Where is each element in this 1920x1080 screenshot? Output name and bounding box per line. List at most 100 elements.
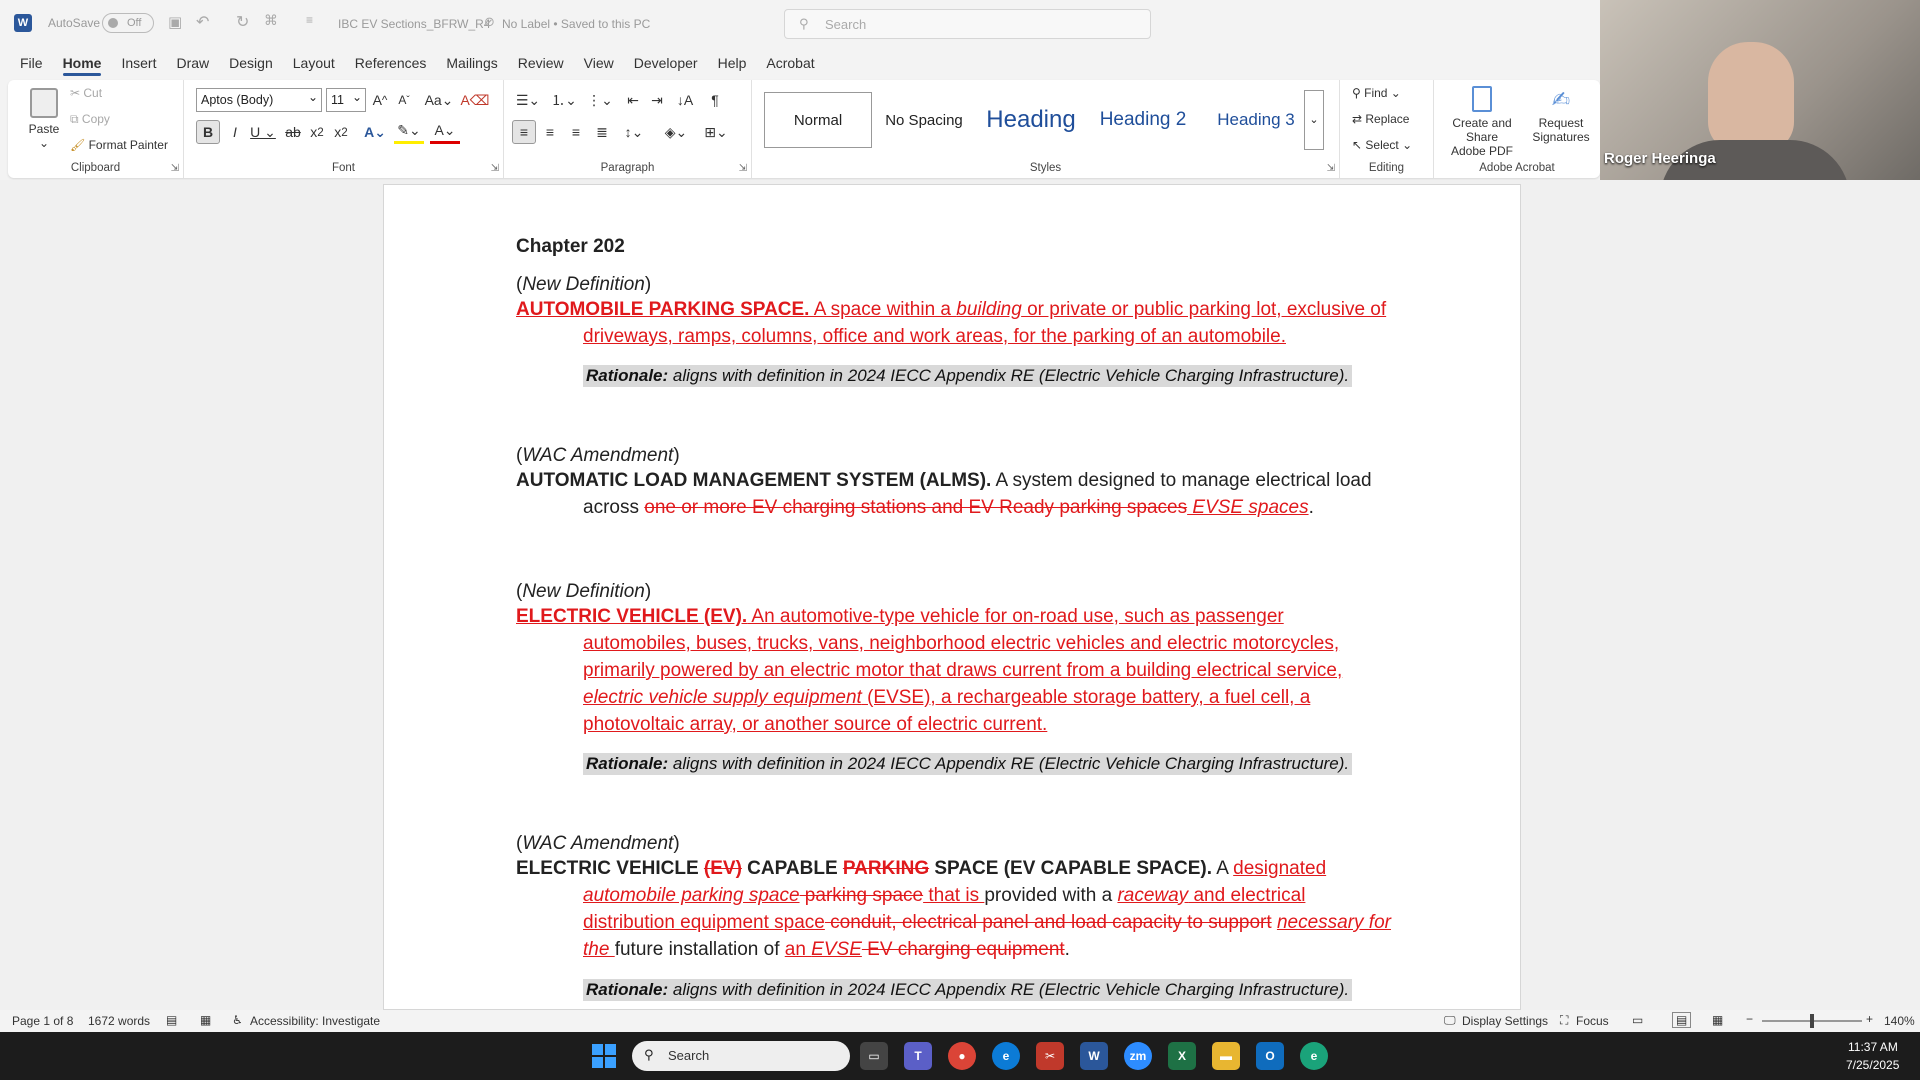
excel-icon[interactable]: X	[1168, 1042, 1196, 1070]
grow-font-icon[interactable]: A ^	[370, 88, 390, 112]
superscript-icon[interactable]: x2	[330, 120, 352, 144]
edge-icon[interactable]: e	[992, 1042, 1020, 1070]
definition-tag-1[interactable]: (New Definition)	[516, 271, 1396, 298]
search-box[interactable]: ⚲ Search	[784, 9, 1151, 39]
undo-icon[interactable]: ↶	[196, 12, 209, 32]
clock-date[interactable]: 7/25/2025	[1846, 1058, 1899, 1072]
zoom-out-icon[interactable]: −	[1746, 1012, 1753, 1026]
font-size-dropdown[interactable]: 11	[326, 86, 366, 112]
numbering-icon[interactable]: ⒈⌄	[548, 88, 580, 112]
definition-alms[interactable]: AUTOMATIC LOAD MANAGEMENT SYSTEM (ALMS).…	[516, 467, 1396, 521]
shrink-font-icon[interactable]: Aˇ	[394, 88, 414, 112]
tab-review[interactable]: Review	[508, 48, 574, 78]
align-left-icon[interactable]: ≡	[512, 120, 536, 144]
multilevel-list-icon[interactable]: ⋮⌄	[584, 88, 616, 112]
bold-icon[interactable]: B	[196, 120, 220, 144]
read-mode-icon[interactable]: ▭	[1632, 1013, 1643, 1027]
zoom-in-icon[interactable]: +	[1866, 1012, 1873, 1026]
strikethrough-icon[interactable]: ab	[282, 120, 304, 144]
chrome-icon[interactable]: ●	[948, 1042, 976, 1070]
snipping-tool-icon[interactable]: ✂	[1036, 1042, 1064, 1070]
subscript-icon[interactable]: x2	[306, 120, 328, 144]
rationale-3[interactable]: Rationale: aligns with definition in 202…	[583, 979, 1353, 1001]
font-launcher-icon[interactable]: ⇲	[491, 163, 499, 174]
accessibility-icon[interactable]: ♿	[232, 1013, 243, 1027]
document-canvas[interactable]: Chapter 202 (New Definition) AUTOMOBILE …	[0, 180, 1920, 1010]
rationale-2[interactable]: Rationale: aligns with definition in 202…	[583, 753, 1353, 775]
format-painter-button[interactable]: 🖌 Format Painter	[70, 138, 168, 152]
styles-launcher-icon[interactable]: ⇲	[1327, 163, 1335, 174]
word-count[interactable]: 1672 words	[88, 1014, 150, 1028]
word-taskbar-icon[interactable]: W	[1080, 1042, 1108, 1070]
chapter-heading[interactable]: Chapter 202	[516, 233, 1396, 260]
replace-button[interactable]: ⇄ Replace	[1352, 112, 1409, 126]
macro-icon[interactable]: ▦	[200, 1013, 211, 1027]
zoom-app-icon[interactable]: zm	[1124, 1042, 1152, 1070]
file-explorer-icon[interactable]: ▬	[1212, 1042, 1240, 1070]
borders-icon[interactable]: ⊞⌄	[700, 120, 732, 144]
outlook-icon[interactable]: O	[1256, 1042, 1284, 1070]
doc-title[interactable]: IBC EV Sections_BFRW_R4	[338, 17, 491, 31]
shading-icon[interactable]: ◈⌄	[660, 120, 692, 144]
taskbar-search[interactable]: ⚲ Search	[632, 1041, 850, 1071]
edge-dev-icon[interactable]: e	[1300, 1042, 1328, 1070]
style-heading[interactable]: Heading	[976, 92, 1086, 148]
document-page[interactable]: Chapter 202 (New Definition) AUTOMOBILE …	[383, 184, 1521, 1010]
tab-insert[interactable]: Insert	[111, 48, 166, 78]
sort-icon[interactable]: ↓A	[674, 88, 696, 112]
tab-layout[interactable]: Layout	[283, 48, 345, 78]
style-no-spacing[interactable]: No Spacing	[876, 92, 972, 148]
tab-design[interactable]: Design	[219, 48, 283, 78]
autosave-toggle[interactable]: Off	[102, 13, 154, 33]
definition-tag-3[interactable]: (New Definition)	[516, 578, 1396, 605]
tab-developer[interactable]: Developer	[624, 48, 708, 78]
style-normal[interactable]: Normal	[764, 92, 872, 148]
focus-mode[interactable]: Focus	[1576, 1014, 1609, 1028]
definition-tag-4[interactable]: (WAC Amendment)	[516, 830, 1396, 857]
display-settings[interactable]: Display Settings	[1462, 1014, 1548, 1028]
tab-home[interactable]: Home	[53, 48, 112, 78]
line-spacing-icon[interactable]: ↕⌄	[618, 120, 650, 144]
font-name-dropdown[interactable]: Aptos (Body)	[196, 86, 322, 112]
request-signatures-button[interactable]: ✍ Request Signatures	[1526, 86, 1596, 144]
font-color-icon[interactable]: A⌄	[430, 120, 460, 144]
create-share-pdf-button[interactable]: Create and Share Adobe PDF	[1440, 86, 1524, 158]
web-layout-icon[interactable]: ▦	[1712, 1013, 1723, 1027]
cut-button[interactable]: ✂ Cut	[70, 86, 102, 100]
highlight-color-icon[interactable]: ✎⌄	[394, 120, 424, 144]
justify-icon[interactable]: ≣	[590, 120, 614, 144]
align-center-icon[interactable]: ≡	[538, 120, 562, 144]
tab-view[interactable]: View	[574, 48, 624, 78]
redo-icon[interactable]: ↻	[236, 12, 249, 32]
clipboard-launcher-icon[interactable]: ⇲	[171, 163, 179, 174]
style-heading-3[interactable]: Heading 3	[1200, 92, 1312, 148]
definition-electric-vehicle[interactable]: ELECTRIC VEHICLE (EV). An automotive-typ…	[516, 603, 1396, 738]
copy-button[interactable]: ⧉ Copy	[70, 112, 110, 127]
tab-file[interactable]: File	[10, 48, 53, 78]
qat-more-icon[interactable]: ≡	[306, 13, 313, 27]
tab-references[interactable]: References	[345, 48, 437, 78]
styles-more-button[interactable]: ⌄	[1304, 90, 1324, 150]
proofing-icon[interactable]: ▤	[166, 1013, 177, 1027]
zoom-slider[interactable]	[1762, 1014, 1862, 1028]
decrease-indent-icon[interactable]: ⇤	[622, 88, 644, 112]
save-icon[interactable]: ▣	[168, 13, 182, 31]
accessibility-status[interactable]: Accessibility: Investigate	[250, 1014, 380, 1028]
print-layout-icon[interactable]: ▤	[1672, 1012, 1692, 1028]
zoom-level[interactable]: 140%	[1884, 1014, 1915, 1028]
clock-time[interactable]: 11:37 AM	[1848, 1040, 1898, 1054]
teams-icon[interactable]: T	[904, 1042, 932, 1070]
task-view-icon[interactable]: ▭	[860, 1042, 888, 1070]
text-effects-icon[interactable]: A⌄	[360, 120, 390, 144]
italic-icon[interactable]: I	[224, 120, 246, 144]
bullets-icon[interactable]: ☰⌄	[512, 88, 544, 112]
definition-automobile-parking-space[interactable]: AUTOMOBILE PARKING SPACE. A space within…	[516, 296, 1396, 350]
page-count[interactable]: Page 1 of 8	[12, 1014, 73, 1028]
tab-draw[interactable]: Draw	[166, 48, 219, 78]
find-button[interactable]: ⚲ Find ⌄	[1352, 86, 1401, 100]
rationale-1[interactable]: Rationale: aligns with definition in 202…	[583, 365, 1353, 387]
paste-button[interactable]: Paste ⌄	[20, 86, 68, 150]
change-case-icon[interactable]: Aa⌄	[424, 88, 454, 112]
tab-help[interactable]: Help	[708, 48, 757, 78]
definition-ev-capable-space[interactable]: ELECTRIC VEHICLE (EV) CAPABLE PARKING SP…	[516, 855, 1396, 963]
